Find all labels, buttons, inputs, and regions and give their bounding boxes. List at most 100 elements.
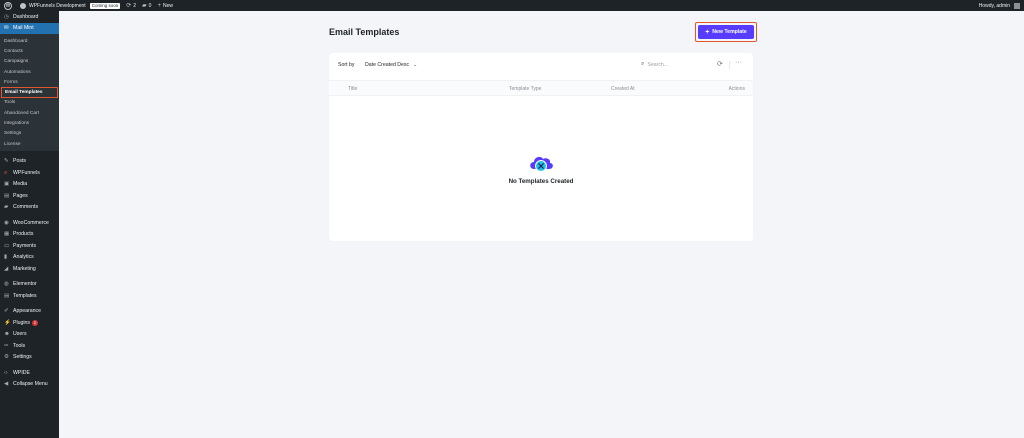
sidebar-item-label: Dashboard	[13, 13, 39, 20]
collapse-icon: ◀	[4, 381, 9, 388]
sidebar-item-label: Payments	[13, 242, 37, 249]
submenu-item-campaigns[interactable]: Campaigns	[0, 57, 59, 67]
sidebar-item-label: WPFunnels	[13, 169, 40, 176]
site-name-link[interactable]: WPFunnels Development	[29, 3, 86, 9]
elementor-icon: ◍	[4, 281, 9, 288]
plugin-icon: ⚡	[4, 319, 11, 326]
submenu-item-forms[interactable]: Forms	[0, 77, 59, 87]
sidebar-item-tools[interactable]: ✑ Tools	[0, 340, 59, 352]
column-header-created-at[interactable]: Created At	[611, 86, 635, 92]
media-icon: ▣	[4, 181, 10, 188]
sidebar-item-label: Mail Mint	[13, 25, 34, 32]
sidebar-item-posts[interactable]: ✎ Posts	[0, 155, 59, 167]
comment-icon: ▰	[4, 204, 9, 211]
sidebar-item-payments[interactable]: ▭ Payments	[0, 240, 59, 252]
sidebar-item-analytics[interactable]: ▮ Analytics	[0, 251, 59, 263]
sidebar-item-plugins[interactable]: ⚡ Plugins 2	[0, 317, 59, 329]
plus-icon: +	[157, 2, 161, 9]
refresh-icon[interactable]: ⟳	[717, 60, 723, 68]
column-header-title[interactable]: Title	[348, 86, 357, 92]
table-header: Title Template Type Created At Actions	[329, 80, 753, 96]
sidebar-item-label: Posts	[13, 158, 26, 165]
mail-mint-submenu: Dashboard Contacts Campaigns Automations…	[0, 34, 59, 152]
sidebar-item-pages[interactable]: ▤ Pages	[0, 190, 59, 202]
submenu-item-license[interactable]: License	[0, 139, 59, 149]
updates-link[interactable]: ⟳ 2	[126, 2, 137, 10]
sidebar-item-label: Media	[13, 181, 28, 188]
sidebar-item-wpide[interactable]: ‹› WPIDE	[0, 367, 59, 379]
users-icon: ☻	[4, 331, 10, 338]
folder-icon: ▤	[4, 292, 10, 299]
archive-icon: ▦	[4, 231, 10, 238]
sidebar-item-media[interactable]: ▣ Media	[0, 178, 59, 190]
sidebar-item-wpfunnels[interactable]: ≡ WPFunnels	[0, 167, 59, 179]
sidebar-item-comments[interactable]: ▰ Comments	[0, 201, 59, 213]
submenu-item-integrations[interactable]: Integrations	[0, 118, 59, 128]
search-placeholder: Search...	[647, 61, 669, 68]
sidebar-item-label: WPIDE	[13, 369, 31, 376]
comment-icon: ▰	[142, 3, 147, 9]
woocommerce-icon: ◉	[4, 219, 9, 226]
more-options-icon[interactable]: ···	[735, 59, 742, 66]
sidebar-item-appearance[interactable]: ✐ Appearance	[0, 305, 59, 317]
sort-select[interactable]: Date Created Desc ⌄	[365, 62, 417, 68]
comments-link[interactable]: ▰ 0	[142, 2, 152, 10]
new-template-highlight: + New Template	[695, 22, 757, 42]
megaphone-icon: ◢	[4, 265, 9, 272]
avatar[interactable]	[1014, 2, 1020, 9]
sidebar-item-templates[interactable]: ▤ Templates	[0, 290, 59, 302]
submenu-item-email-templates[interactable]: Email Templates	[1, 87, 58, 98]
admin-sidebar: ◷ Dashboard ✉ Mail Mint Dashboard Contacts…	[0, 11, 59, 438]
sidebar-item-mail-mint[interactable]: ✉ Mail Mint	[0, 22, 59, 34]
sort-label: Sort by	[338, 62, 355, 68]
empty-cloud-icon	[530, 156, 553, 172]
new-label: New	[162, 2, 173, 9]
sidebar-item-marketing[interactable]: ◢ Marketing	[0, 263, 59, 275]
pin-icon: ✎	[4, 158, 9, 165]
submenu-item-tools[interactable]: Tools	[0, 98, 59, 108]
sidebar-item-label: Elementor	[13, 281, 37, 288]
sort-value: Date Created Desc	[365, 62, 410, 68]
sidebar-item-label: Products	[13, 231, 34, 238]
submenu-item-automations[interactable]: Automations	[0, 67, 59, 77]
sidebar-item-label: WooCommerce	[13, 219, 49, 226]
card-icon: ▭	[4, 242, 10, 249]
sidebar-item-users[interactable]: ☻ Users	[0, 328, 59, 340]
submenu-item-contacts[interactable]: Contacts	[0, 46, 59, 56]
mail-icon: ✉	[4, 25, 9, 32]
wordpress-logo-icon[interactable]: W	[4, 1, 12, 10]
plugins-update-badge: 2	[32, 319, 39, 326]
submenu-item-abandoned-cart[interactable]: Abandoned Cart	[0, 108, 59, 118]
column-header-template-type[interactable]: Template Type	[509, 86, 541, 92]
new-content-link[interactable]: + New	[157, 3, 173, 9]
howdy-user[interactable]: Howdy, admin	[979, 3, 1010, 9]
comments-count: 0	[148, 2, 152, 9]
plus-icon: +	[705, 28, 710, 36]
collapse-menu-button[interactable]: ◀ Collapse Menu	[0, 378, 59, 390]
sidebar-item-elementor[interactable]: ◍ Elementor	[0, 278, 59, 290]
templates-card: Sort by Date Created Desc ⌄ ⌕ Search... ⟳ …	[329, 53, 753, 241]
sidebar-item-label: Users	[13, 331, 27, 338]
coming-soon-badge[interactable]: Coming soon	[89, 2, 121, 9]
sidebar-item-label: Appearance	[13, 308, 41, 315]
new-template-button[interactable]: + New Template	[698, 25, 754, 39]
funnel-icon: ≡	[4, 169, 8, 176]
new-template-label: New Template	[712, 29, 747, 35]
updates-count: 2	[133, 2, 137, 9]
wrench-icon: ✑	[4, 342, 9, 349]
divider	[729, 61, 730, 69]
sidebar-item-products[interactable]: ▦ Products	[0, 228, 59, 240]
search-input[interactable]: ⌕ Search...	[641, 61, 668, 68]
sidebar-item-settings[interactable]: ⚙ Settings	[0, 351, 59, 363]
home-icon	[20, 2, 26, 9]
submenu-item-settings[interactable]: Settings	[0, 129, 59, 139]
code-icon: ‹›	[4, 369, 8, 376]
sidebar-item-label: Templates	[13, 292, 37, 299]
sidebar-item-label: Tools	[13, 342, 26, 349]
submenu-item-dashboard[interactable]: Dashboard	[0, 36, 59, 46]
sidebar-item-label: Marketing	[13, 265, 36, 272]
empty-state-message: No Templates Created	[508, 178, 574, 185]
sidebar-item-woocommerce[interactable]: ◉ WooCommerce	[0, 217, 59, 229]
page-title: Email Templates	[329, 27, 400, 37]
sidebar-item-dashboard[interactable]: ◷ Dashboard	[0, 11, 59, 23]
